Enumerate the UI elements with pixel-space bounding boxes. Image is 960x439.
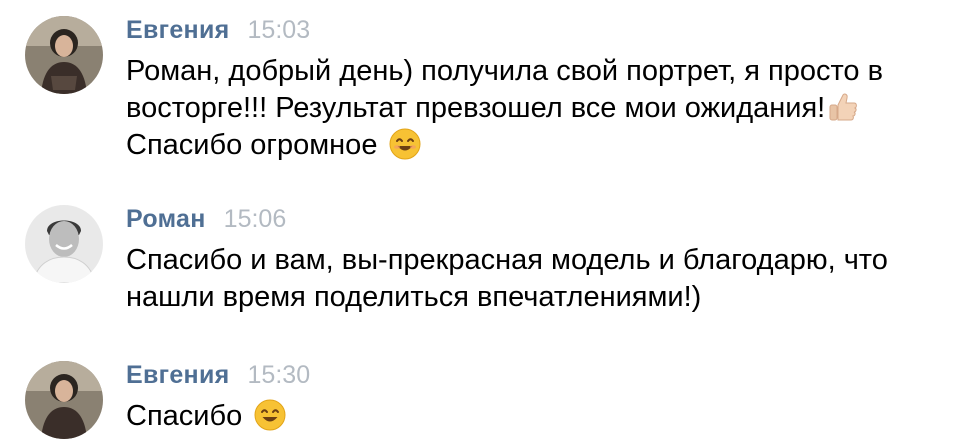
author-name[interactable]: Роман	[126, 205, 206, 234]
message-time: 15:06	[223, 205, 287, 233]
smiling-face-icon	[254, 399, 286, 431]
chat-message: Роман 15:06 Спасибо и вам, вы-прекрасная…	[0, 205, 960, 325]
message-text: Роман, добрый день) получила свой портре…	[126, 53, 946, 164]
man-portrait-avatar	[25, 205, 103, 283]
message-line: Спасибо огромное	[126, 129, 378, 161]
chat-message: Евгения 15:03 Роман, добрый день) получи…	[0, 16, 960, 176]
avatar[interactable]	[25, 361, 103, 439]
smiling-face-icon	[389, 128, 421, 160]
message-line: Спасибо	[126, 400, 243, 432]
author-name[interactable]: Евгения	[126, 16, 230, 45]
message-line: восторге!!! Результат превзошел все мои …	[126, 92, 826, 124]
woman-portrait-avatar	[25, 361, 103, 439]
message-line: нашли время поделиться впечатлениями!)	[126, 281, 702, 313]
avatar[interactable]	[25, 16, 103, 94]
author-name[interactable]: Евгения	[126, 361, 230, 390]
message-line-with-emoji: Спасибо огромное	[126, 127, 946, 164]
avatar[interactable]	[25, 205, 103, 283]
message-line: Спасибо и вам, вы-прекрасная модель и бл…	[126, 244, 888, 276]
thumbs-up-icon	[829, 93, 858, 121]
message-time: 15:03	[247, 16, 311, 44]
message-line-with-emoji: восторге!!! Результат превзошел все мои …	[126, 90, 946, 127]
message-header: Роман 15:06	[126, 205, 286, 239]
message-text: Спасибо и вам, вы-прекрасная модель и бл…	[126, 242, 946, 316]
message-header: Евгения 15:03	[126, 16, 310, 50]
chat-message: Евгения 15:30 Спасибо	[0, 361, 960, 439]
message-header: Евгения 15:30	[126, 361, 310, 395]
message-line: Роман, добрый день) получила свой портре…	[126, 55, 884, 87]
message-time: 15:30	[247, 361, 311, 389]
woman-portrait-avatar	[25, 16, 103, 94]
